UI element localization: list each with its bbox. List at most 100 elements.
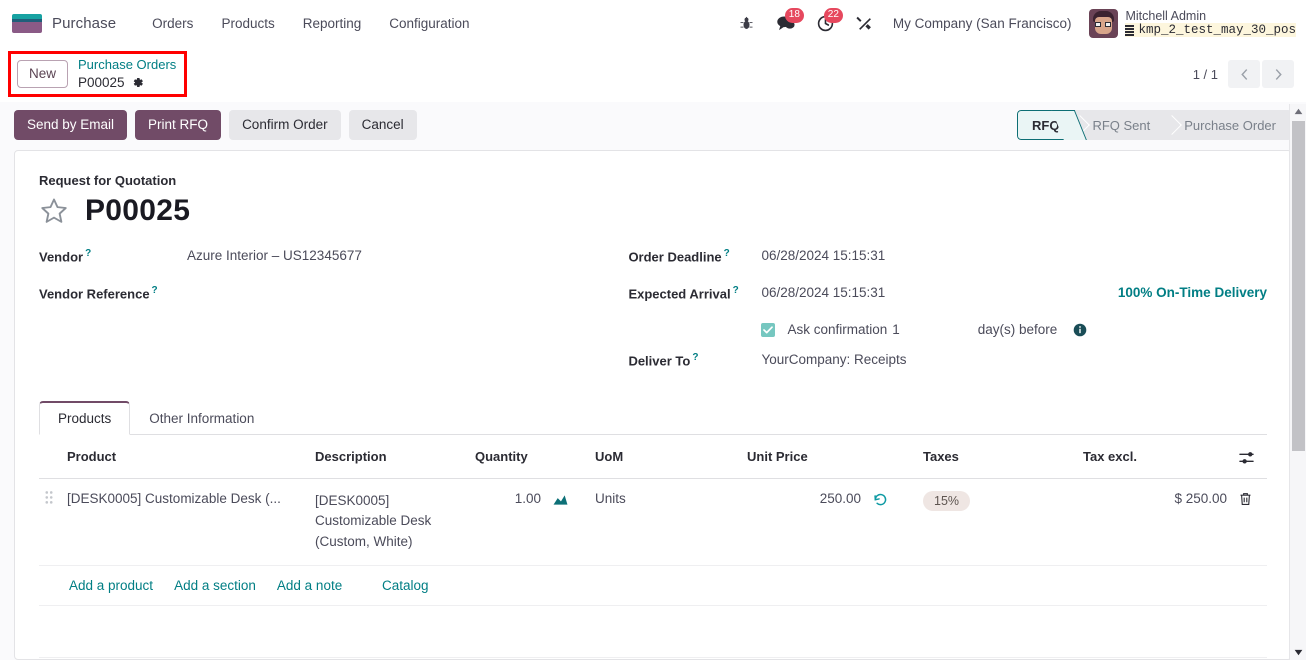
form-right-column: Order Deadline? 06/28/2024 15:15:31 Expe… — [628, 248, 1267, 389]
col-product[interactable]: Product — [61, 435, 309, 479]
cell-product[interactable]: [DESK0005] Customizable Desk (... — [61, 478, 309, 567]
control-panel: New Purchase Orders P00025 1 / 1 — [0, 46, 1306, 102]
info-circle-icon[interactable] — [1073, 323, 1087, 337]
scroll-up-arrow[interactable] — [1290, 104, 1306, 119]
field-order-deadline-value[interactable]: 06/28/2024 15:15:31 — [761, 248, 885, 263]
user-name: Mitchell Admin — [1125, 8, 1207, 23]
order-lines-table: Product Description Quantity UoM Unit Pr… — [39, 435, 1267, 659]
cell-description[interactable]: [DESK0005] Customizable Desk (Custom, Wh… — [309, 478, 469, 567]
help-icon[interactable]: ? — [724, 248, 730, 259]
ask-confirmation-days[interactable]: 1 — [892, 322, 900, 337]
chevron-right-icon[interactable] — [1262, 60, 1294, 88]
menu-item-orders[interactable]: Orders — [138, 10, 207, 37]
trash-delete-icon[interactable] — [1239, 492, 1252, 506]
add-a-product-link[interactable]: Add a product — [69, 578, 153, 593]
record-pager: 1 / 1 — [1193, 60, 1294, 88]
table-header-row: Product Description Quantity UoM Unit Pr… — [39, 435, 1267, 479]
field-vendor-value[interactable]: Azure Interior – US12345677 — [187, 248, 362, 263]
help-icon[interactable]: ? — [692, 352, 698, 363]
checkbox-checked-icon[interactable] — [761, 322, 776, 337]
field-deliver-to-value[interactable]: YourCompany: Receipts — [761, 352, 906, 367]
drag-handle-icon[interactable] — [45, 490, 53, 507]
cell-delete — [1233, 478, 1267, 567]
star-favorite-icon[interactable] — [39, 196, 69, 226]
user-menu[interactable]: Mitchell Admin kmp_2_test_may_30_pos — [1081, 8, 1296, 38]
status-stage-rfq-sent[interactable]: RFQ Sent — [1074, 110, 1166, 140]
col-description[interactable]: Description — [309, 435, 469, 479]
col-uom[interactable]: UoM — [589, 435, 741, 479]
cell-taxes[interactable]: 15% — [917, 478, 1077, 567]
field-expected-arrival-label: Expected Arrival? — [628, 285, 739, 302]
gear-icon[interactable] — [131, 76, 144, 89]
empty-spacer — [39, 605, 1267, 659]
help-icon[interactable]: ? — [733, 285, 739, 296]
field-deliver-to-label: Deliver To? — [628, 352, 699, 369]
status-stage-rfq[interactable]: RFQ — [1016, 110, 1075, 140]
tab-products[interactable]: Products — [39, 401, 131, 435]
messages-icon[interactable]: 18 — [765, 7, 806, 32]
form-columns: Vendor? Azure Interior – US12345677 Vend… — [39, 248, 1267, 389]
breadcrumb-current-label: P00025 — [78, 74, 125, 90]
confirm-order-button[interactable]: Confirm Order — [229, 109, 341, 141]
product-name[interactable]: [DESK0005] Customizable Desk (... — [67, 491, 295, 506]
field-vendor-label: Vendor? — [39, 248, 92, 265]
breadcrumb-highlight-box: New Purchase Orders P00025 — [8, 51, 188, 97]
navbar-systray: 18 22 My Company (San Francisco) Mitchel — [728, 7, 1296, 38]
database-name: kmp_2_test_may_30_pos — [1125, 23, 1296, 38]
help-icon[interactable]: ? — [152, 285, 158, 296]
menu-item-configuration[interactable]: Configuration — [375, 10, 483, 37]
cancel-button[interactable]: Cancel — [348, 109, 417, 141]
app-name: Purchase — [52, 14, 117, 32]
company-switcher[interactable]: My Company (San Francisco) — [883, 16, 1082, 31]
status-stage-purchase-order[interactable]: Purchase Order — [1166, 110, 1292, 140]
form-sheet: Request for Quotation P00025 Vendor? Azu… — [14, 150, 1292, 660]
description-line-1: [DESK0005] — [315, 492, 390, 508]
col-quantity[interactable]: Quantity — [469, 435, 547, 479]
print-rfq-button[interactable]: Print RFQ — [135, 109, 222, 141]
status-bar: RFQ RFQ Sent Purchase Order — [1016, 110, 1292, 140]
price-history-icon[interactable] — [873, 492, 888, 507]
table-row[interactable]: [DESK0005] Customizable Desk (... [DESK0… — [39, 478, 1267, 567]
col-taxes[interactable]: Taxes — [917, 435, 1077, 479]
add-a-note-link[interactable]: Add a note — [277, 578, 342, 593]
ask-confirmation-row: Ask confirmation 1 day(s) before — [628, 322, 1267, 337]
catalog-link[interactable]: Catalog — [382, 578, 429, 593]
row-drag-handle[interactable] — [39, 478, 61, 567]
tab-other-information[interactable]: Other Information — [130, 401, 273, 435]
vertical-scrollbar[interactable] — [1289, 104, 1306, 660]
field-vendor-reference-label: Vendor Reference? — [39, 285, 158, 302]
ask-confirmation-label: Ask confirmation — [787, 322, 888, 337]
on-time-delivery-stat[interactable]: 100% On-Time Delivery — [1118, 285, 1267, 300]
breadcrumb-parent-link[interactable]: Purchase Orders — [78, 57, 176, 74]
clock-activities-icon[interactable]: 22 — [806, 7, 845, 32]
scroll-down-arrow[interactable] — [1290, 645, 1306, 660]
col-unit-price[interactable]: Unit Price — [741, 435, 867, 479]
menu-item-reporting[interactable]: Reporting — [289, 10, 376, 37]
cell-quantity[interactable]: 1.00 — [469, 478, 547, 567]
cell-unit-price[interactable]: 250.00 — [741, 478, 867, 567]
odoo-logo-icon — [12, 13, 42, 33]
bug-icon[interactable] — [728, 16, 765, 31]
add-a-section-link[interactable]: Add a section — [174, 578, 256, 593]
field-order-deadline: Order Deadline? 06/28/2024 15:15:31 — [628, 248, 1267, 270]
field-vendor-reference: Vendor Reference? — [39, 285, 628, 307]
forecast-chart-icon[interactable] — [553, 493, 568, 506]
database-label: kmp_2_test_may_30_pos — [1138, 23, 1296, 37]
new-record-button[interactable]: New — [17, 59, 69, 89]
tax-badge[interactable]: 15% — [923, 490, 971, 511]
menu-item-products[interactable]: Products — [207, 10, 288, 37]
send-by-email-button[interactable]: Send by Email — [14, 109, 128, 141]
cell-forecast — [547, 478, 589, 567]
column-settings-icon[interactable] — [1239, 451, 1254, 465]
field-expected-arrival-value[interactable]: 06/28/2024 15:15:31 — [761, 285, 885, 300]
col-tax-excl[interactable]: Tax excl. — [1077, 435, 1233, 479]
app-brand[interactable]: Purchase — [12, 13, 117, 33]
record-title-row: P00025 — [39, 194, 1267, 228]
wrench-tools-icon[interactable] — [845, 15, 883, 31]
cell-uom[interactable]: Units — [589, 478, 741, 567]
col-drag-handle — [39, 435, 61, 479]
pager-count[interactable]: 1 / 1 — [1193, 67, 1218, 82]
chevron-left-icon[interactable] — [1228, 60, 1260, 88]
help-icon[interactable]: ? — [85, 248, 91, 259]
scrollbar-thumb[interactable] — [1292, 121, 1305, 451]
